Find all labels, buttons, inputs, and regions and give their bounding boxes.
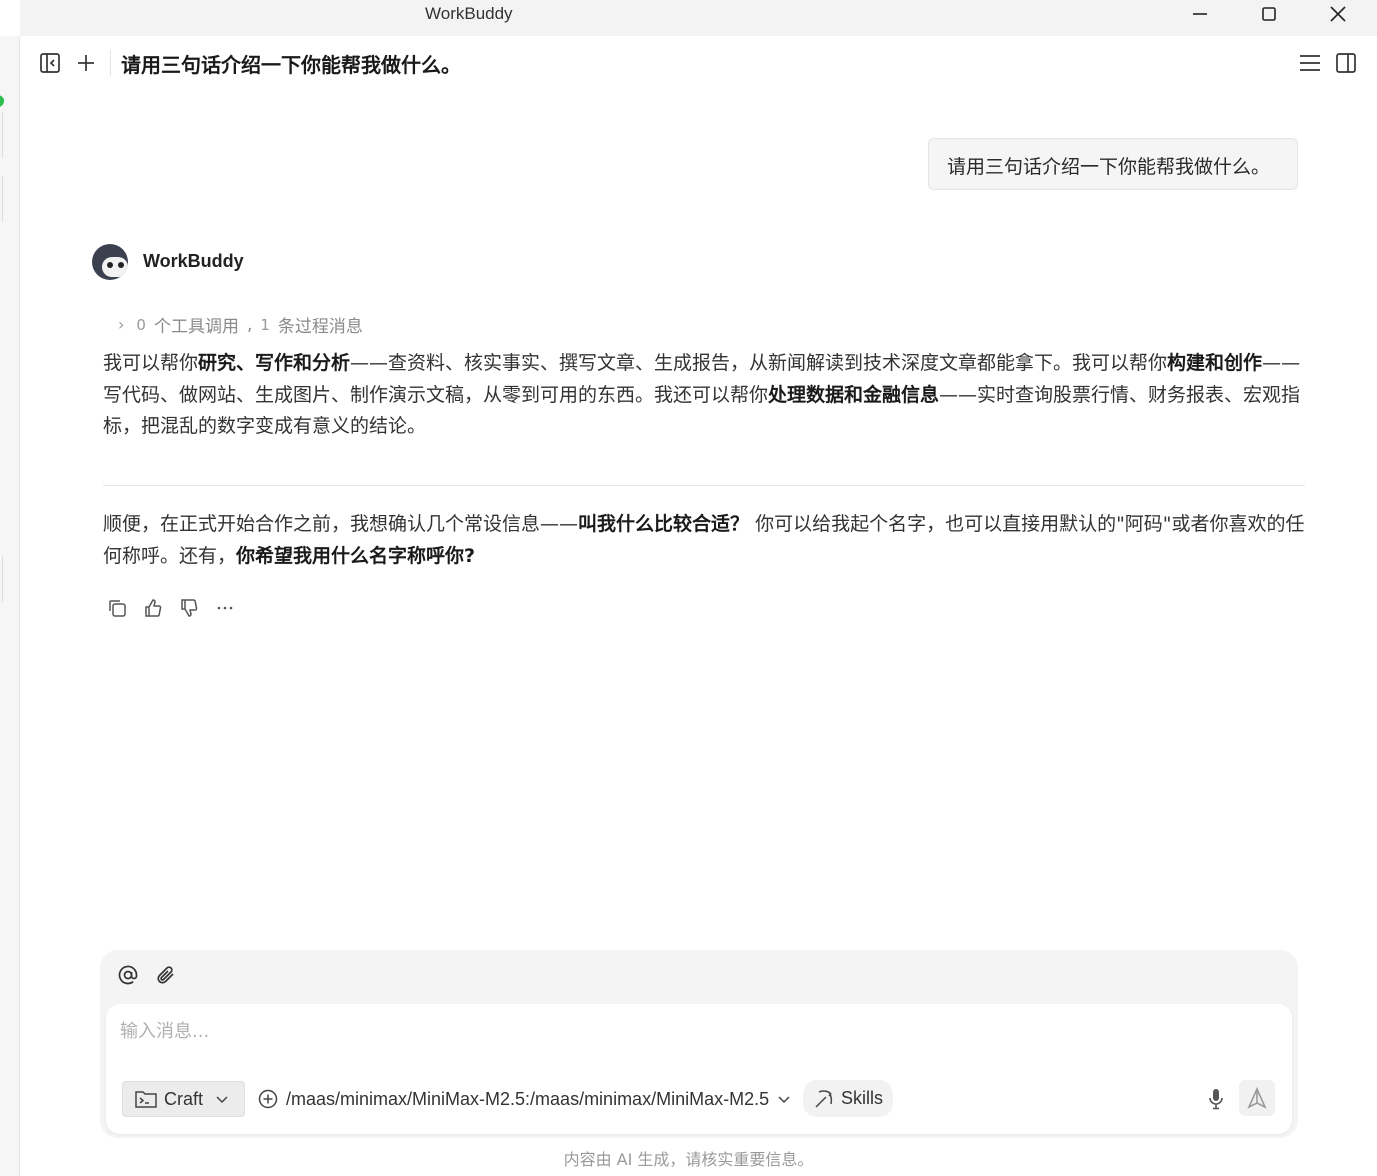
more-actions-button[interactable] — [214, 597, 236, 619]
emphasis-text: 处理数据和金融信息 — [768, 383, 940, 406]
message-divider — [103, 485, 1305, 486]
message-actions — [106, 597, 236, 619]
chat-window: 请用三句话介绍一下你能帮我做什么。 请用三句话介绍一下你能帮我做什么。 Work… — [20, 36, 1377, 1176]
thumbs-up-icon — [145, 599, 162, 617]
message-input[interactable] — [120, 1016, 1270, 1046]
hamburger-icon — [1300, 55, 1320, 71]
maximize-icon — [1262, 7, 1276, 21]
tool-calls-count: 0 — [136, 315, 146, 334]
copy-icon — [109, 600, 126, 617]
send-icon — [1247, 1087, 1267, 1109]
menu-button[interactable] — [1295, 48, 1325, 78]
skills-button[interactable]: Skills — [803, 1080, 893, 1117]
pickaxe-icon — [815, 1089, 833, 1108]
edge-tick — [0, 556, 3, 602]
chevron-down-icon — [216, 1096, 228, 1104]
side-panel-icon — [1336, 53, 1356, 73]
plus-circle-icon — [258, 1089, 278, 1109]
conversation-title: 请用三句话介绍一下你能帮我做什么。 — [121, 53, 461, 77]
new-chat-button[interactable] — [71, 48, 101, 78]
at-sign-icon — [118, 965, 138, 985]
body-text: 我可以帮你 — [103, 352, 199, 374]
sidebar-collapse-icon — [40, 53, 60, 73]
mention-button[interactable] — [116, 963, 140, 987]
thumbs-down-icon — [181, 599, 198, 617]
maximize-button[interactable] — [1239, 0, 1299, 28]
body-text: 顺便，在正式开始合作之前，我想确认几个常设信息—— — [103, 513, 579, 535]
assistant-paragraph-2: 顺便，在正式开始合作之前，我想确认几个常设信息——叫我什么比较合适？ 你可以给我… — [103, 509, 1308, 572]
dislike-button[interactable] — [178, 597, 200, 619]
assistant-avatar — [92, 244, 128, 280]
message-composer: Craft /maas/minimax/MiniMax-M2.5:/maas/m… — [100, 950, 1298, 1138]
minimize-button[interactable] — [1170, 0, 1230, 28]
toggle-sidebar-button[interactable] — [35, 48, 65, 78]
process-count: 1 — [260, 315, 270, 334]
voice-input-button[interactable] — [1204, 1086, 1228, 1112]
emphasis-text: 构建和创作 — [1167, 352, 1263, 374]
copy-button[interactable] — [106, 597, 128, 619]
chevron-right-icon: › — [118, 315, 125, 334]
background-window-edge — [0, 36, 20, 1176]
model-selector[interactable]: /maas/minimax/MiniMax-M2.5:/maas/minimax… — [258, 1082, 791, 1116]
assistant-name: WorkBuddy — [143, 251, 244, 271]
tool-calls-label: 个工具调用 — [153, 317, 239, 337]
title-bar: WorkBuddy — [20, 0, 1377, 36]
tool-summary-toggle[interactable]: › 0 个工具调用 , 1 条过程消息 — [118, 312, 363, 338]
more-horizontal-icon — [217, 606, 233, 610]
user-message-bubble: 请用三句话介绍一下你能帮我做什么。 — [928, 138, 1298, 190]
mode-selector[interactable]: Craft — [122, 1081, 245, 1117]
header-divider — [110, 50, 111, 76]
ai-disclaimer: 内容由 AI 生成，请核实重要信息。 — [563, 1150, 814, 1169]
send-button[interactable] — [1239, 1080, 1275, 1116]
edge-tick — [0, 112, 3, 158]
attach-button[interactable] — [154, 963, 178, 987]
edge-tick — [0, 176, 3, 222]
mode-label: Craft — [164, 1088, 204, 1109]
composer-input-area: Craft /maas/minimax/MiniMax-M2.5:/maas/m… — [106, 1004, 1292, 1134]
terminal-folder-icon — [135, 1091, 157, 1108]
toggle-panel-button[interactable] — [1331, 48, 1361, 78]
window-title: WorkBuddy — [425, 4, 513, 23]
assistant-paragraph-1: 我可以帮你研究、写作和分析——查资料、核实事实、撰写文章、生成报告，从新闻解读到… — [103, 348, 1308, 443]
emphasis-text: 叫我什么比较合适？ — [578, 513, 750, 535]
tool-summary-separator: , — [246, 314, 253, 335]
minimize-icon — [1193, 13, 1207, 15]
emphasis-text: 你希望我用什么名字称呼你? — [236, 544, 476, 567]
plus-icon — [78, 55, 94, 71]
chat-header: 请用三句话介绍一下你能帮我做什么。 — [20, 36, 1377, 92]
chevron-down-icon — [778, 1096, 790, 1104]
status-dot — [0, 95, 4, 107]
microphone-icon — [1209, 1089, 1223, 1110]
close-window-button[interactable] — [1308, 0, 1368, 28]
paperclip-icon — [157, 966, 174, 984]
skills-label: Skills — [840, 1088, 883, 1108]
process-label: 条过程消息 — [277, 317, 363, 337]
close-icon — [1330, 6, 1346, 22]
emphasis-text: 研究、写作和分析 — [198, 352, 351, 374]
like-button[interactable] — [142, 597, 164, 619]
body-text: ——查资料、核实事实、撰写文章、生成报告，从新闻解读到技术深度文章都能拿下。我可… — [350, 352, 1168, 374]
composer-toolbar — [116, 963, 178, 987]
model-label: /maas/minimax/MiniMax-M2.5:/maas/minimax… — [286, 1088, 770, 1109]
